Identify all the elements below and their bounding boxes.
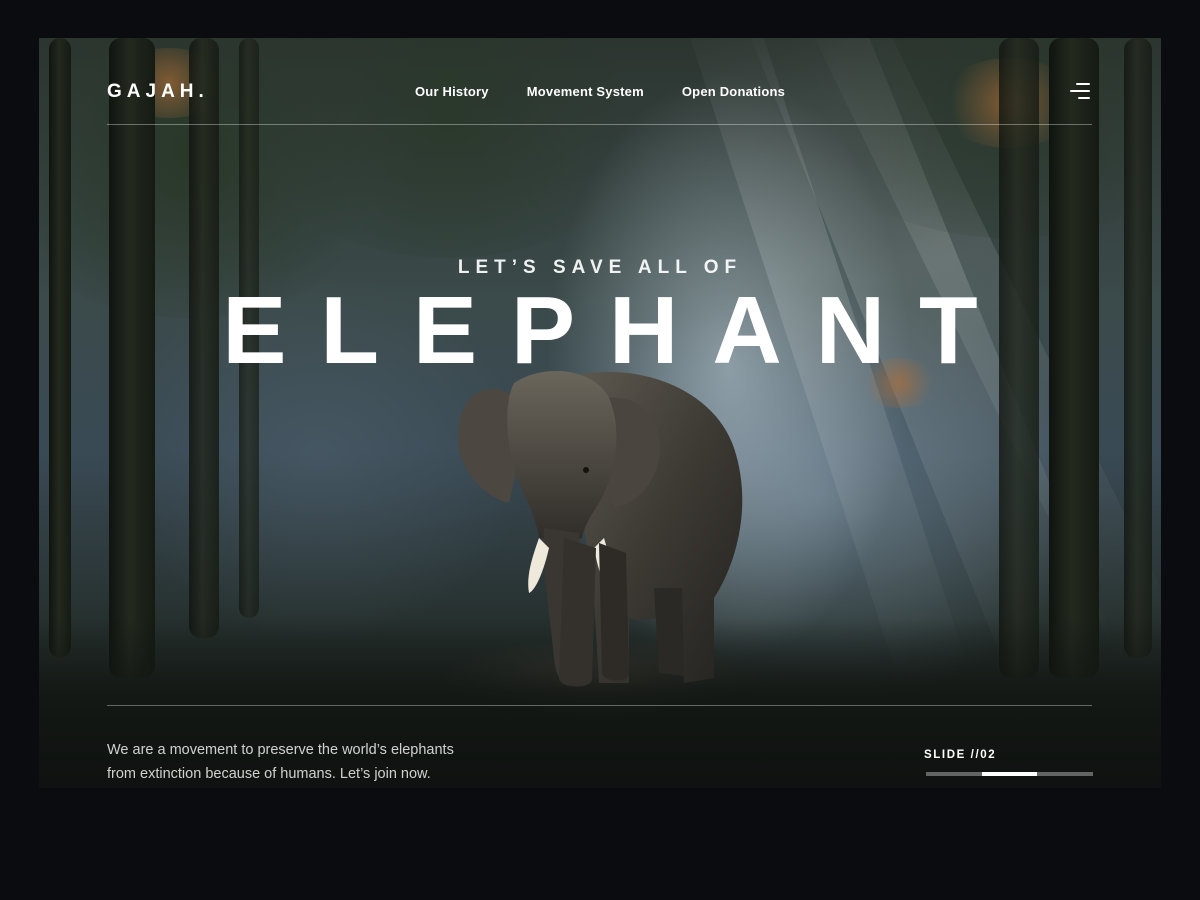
hero-kicker: LET’S SAVE ALL OF (457, 257, 743, 278)
mission-description: We are a movement to preserve the world’… (107, 738, 507, 786)
hero-frame: GAJAH. Our History Movement System Open … (39, 38, 1161, 788)
brand-logo[interactable]: GAJAH. (107, 81, 209, 103)
elephant-image (458, 371, 743, 687)
nav-item-open-donations[interactable]: Open Donations (682, 84, 785, 99)
slide-progress-fill (981, 772, 1038, 776)
main-nav: Our History Movement System Open Donatio… (415, 84, 785, 99)
mission-description-line: We are a movement to preserve the world’… (107, 742, 454, 758)
slide-progress-track[interactable] (926, 772, 1093, 776)
footer-divider (107, 705, 1092, 706)
slide-indicator-label: SLIDE //02 (924, 749, 997, 761)
nav-item-our-history[interactable]: Our History (415, 84, 489, 99)
mission-description-line: from extinction because of humans. Let’s… (107, 766, 431, 782)
header-divider (107, 124, 1092, 125)
hamburger-menu-icon[interactable] (1070, 83, 1090, 100)
nav-item-movement-system[interactable]: Movement System (527, 84, 644, 99)
